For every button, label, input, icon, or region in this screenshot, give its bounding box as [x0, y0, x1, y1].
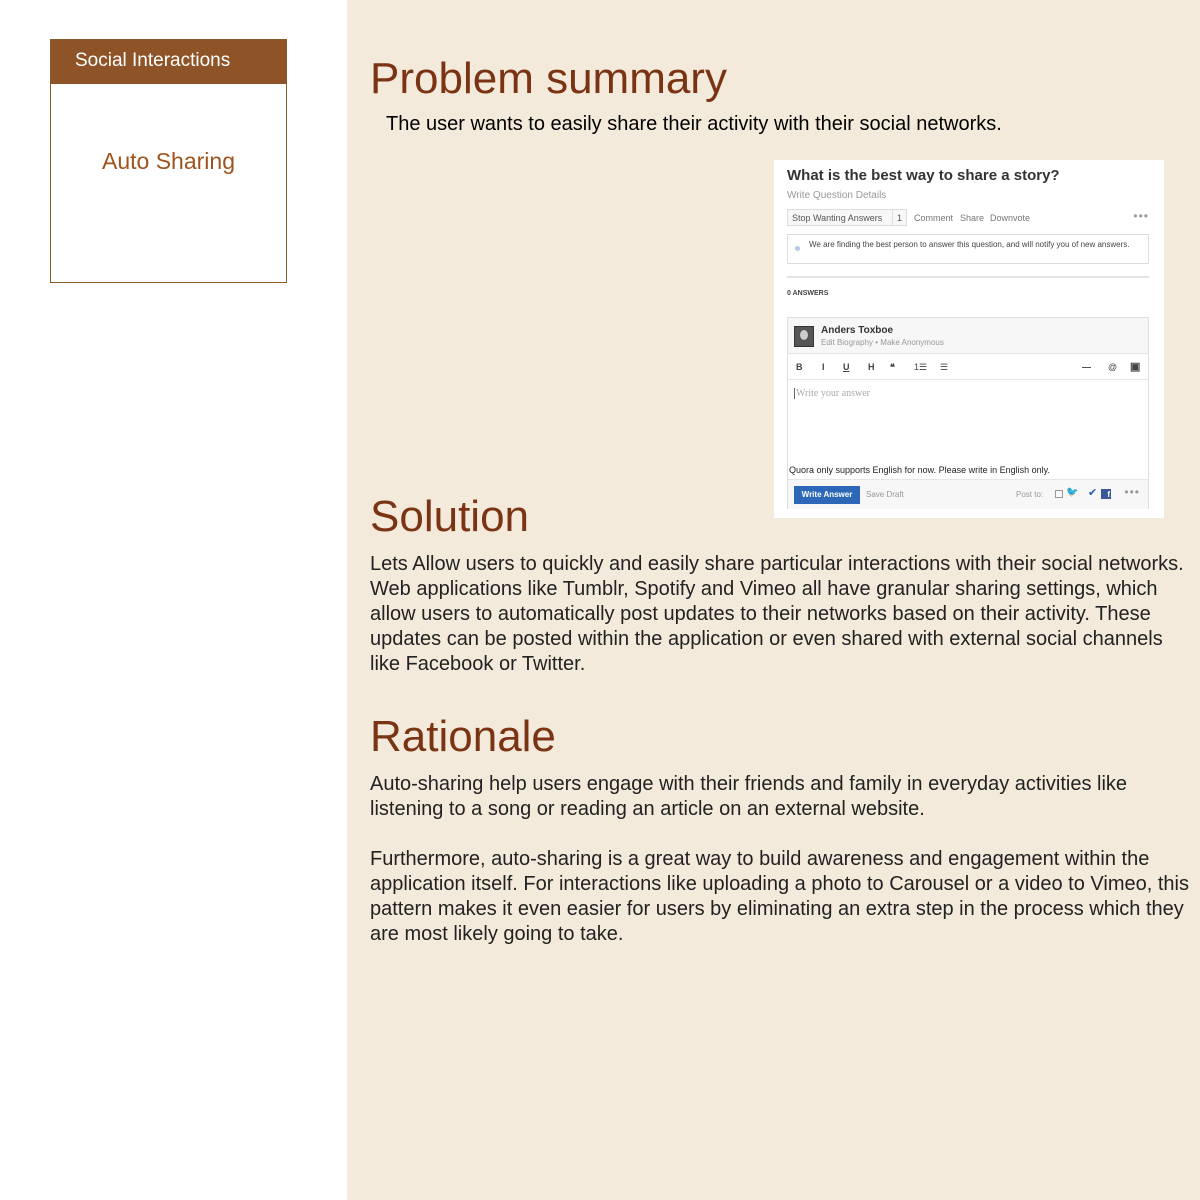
rationale-heading: Rationale — [370, 712, 556, 761]
notice-text: We are finding the best person to answer… — [809, 240, 1130, 249]
answer-textarea[interactable]: Write your answer — [794, 388, 870, 399]
comment-link[interactable]: Comment — [914, 213, 953, 223]
footer-more-icon[interactable]: ••• — [1124, 485, 1140, 499]
card-item-auto-sharing[interactable]: Auto Sharing — [51, 84, 286, 175]
twitter-checkbox[interactable] — [1055, 490, 1063, 498]
facebook-icon: f — [1101, 489, 1111, 499]
info-dot-icon — [795, 246, 800, 251]
stop-wanting-count: 1 — [892, 210, 906, 225]
divider — [787, 276, 1149, 278]
underline-icon[interactable]: U — [843, 362, 850, 372]
avatar-face-icon — [800, 330, 808, 340]
bold-icon[interactable]: B — [796, 362, 803, 372]
save-draft-link[interactable]: Save Draft — [866, 490, 904, 499]
downvote-link[interactable]: Downvote — [990, 213, 1030, 223]
solution-heading: Solution — [370, 492, 530, 541]
notification-notice: We are finding the best person to answer… — [787, 234, 1149, 264]
share-link[interactable]: Share — [960, 213, 984, 223]
italic-icon[interactable]: I — [822, 362, 825, 372]
stop-wanting-label: Stop Wanting Answers — [792, 213, 883, 223]
editor-author-header: Anders Toxboe Edit Biography • Make Anon… — [788, 318, 1148, 354]
problem-summary-text: The user wants to easily share their act… — [386, 113, 1002, 135]
author-name[interactable]: Anders Toxboe — [821, 325, 893, 336]
question-title[interactable]: What is the best way to share a story? — [787, 167, 1060, 184]
answers-count: 0 ANSWERS — [787, 290, 829, 297]
image-icon[interactable]: ▣ — [1130, 360, 1140, 373]
avatar — [794, 326, 814, 347]
bullet-list-icon[interactable]: ☰ — [940, 362, 948, 373]
answer-editor: Anders Toxboe Edit Biography • Make Anon… — [787, 317, 1149, 509]
problem-summary-heading: Problem summary — [370, 54, 727, 103]
heading-icon[interactable]: H — [868, 362, 875, 372]
twitter-icon: 🐦 — [1066, 487, 1079, 498]
post-to-label: Post to: — [1016, 490, 1044, 499]
editor-footer: Write Answer Save Draft Post to: 🐦 ✔ f •… — [788, 479, 1148, 509]
more-options-icon[interactable]: ••• — [1133, 209, 1149, 223]
write-question-details-link[interactable]: Write Question Details — [787, 190, 886, 201]
formatting-toolbar: B I U H ❝ 1☰ ☰ — @ ▣ — [788, 354, 1148, 380]
left-pane: Social Interactions Auto Sharing — [0, 0, 347, 1200]
ordered-list-icon[interactable]: 1☰ — [914, 362, 927, 373]
mention-icon[interactable]: @ — [1108, 362, 1117, 372]
stop-wanting-answers-button[interactable]: Stop Wanting Answers 1 — [787, 209, 907, 226]
example-screenshot: What is the best way to share a story? W… — [774, 160, 1164, 518]
rationale-paragraph-1: Auto-sharing help users engage with thei… — [370, 773, 1128, 820]
language-note: Quora only supports English for now. Ple… — [789, 465, 1050, 475]
quote-icon[interactable]: ❝ — [890, 362, 895, 373]
write-answer-button[interactable]: Write Answer — [794, 486, 860, 504]
category-card: Social Interactions Auto Sharing — [50, 39, 287, 283]
horizontal-rule-icon[interactable]: — — [1082, 362, 1091, 372]
rationale-paragraph-2: Furthermore, auto-sharing is a great way… — [370, 848, 1189, 945]
solution-text: Lets Allow users to quickly and easily s… — [370, 553, 1184, 675]
author-links[interactable]: Edit Biography • Make Anonymous — [821, 338, 944, 347]
facebook-checkbox-checked-icon[interactable]: ✔ — [1088, 486, 1097, 499]
card-title: Social Interactions — [51, 40, 286, 84]
question-actions: Stop Wanting Answers 1 Comment Share Dow… — [787, 209, 1149, 227]
